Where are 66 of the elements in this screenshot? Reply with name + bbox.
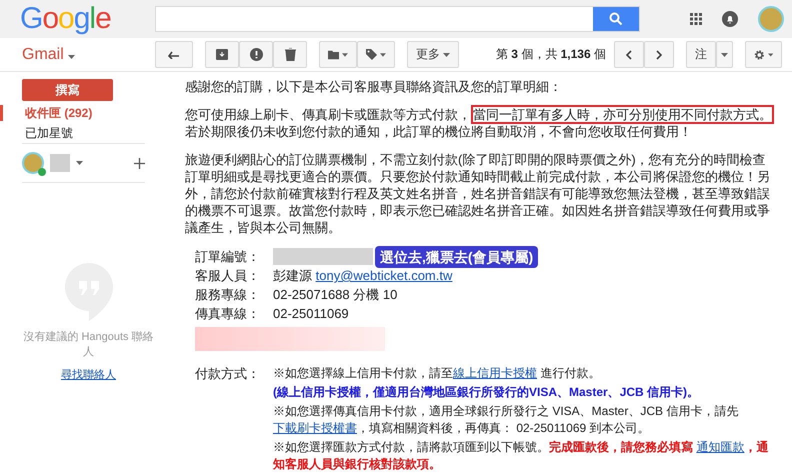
text-link[interactable]: 下載刷卡授權書 — [273, 421, 357, 435]
search-field[interactable] — [155, 6, 640, 32]
email-link[interactable]: tony@webticket.com.tw — [316, 267, 452, 284]
field-value: 02-25011069 — [273, 305, 349, 322]
settings-button[interactable] — [745, 41, 782, 68]
payment-note: ※如您選擇傳真信用卡付款，適用全球銀行所發行之 VISA、Master、JCB 信用卡，請先 下載刷卡授權書，填寫相關資料後，再傳真： 02-25011069 到本公司。 — [273, 403, 740, 437]
archive-icon — [216, 49, 228, 60]
payment-note: (線上信用卡授權，僅適用台灣地區銀行所發行的VISA、Master、JCB 信用卡)。 — [273, 384, 700, 401]
message-count: 第 3 個，共 1,136 個 — [496, 46, 606, 64]
chevron-right-icon — [656, 50, 662, 60]
more-button[interactable]: 更多 — [407, 41, 459, 68]
nav-item[interactable]: 收件匣 (292) — [0, 105, 185, 121]
field-value: 02-25071688 分機 10 — [273, 286, 398, 303]
folder-icon — [328, 50, 340, 60]
promo-badge: 選位去,獵票去(會員專屬) — [375, 246, 538, 268]
next-button[interactable] — [644, 41, 674, 68]
caret-icon — [380, 52, 386, 57]
avatar[interactable] — [22, 152, 44, 174]
label-button[interactable] — [357, 41, 395, 68]
caret-icon — [342, 52, 348, 57]
nav-item[interactable]: 已加星號 — [0, 125, 185, 141]
archive-button[interactable] — [205, 41, 239, 68]
caret-icon — [68, 54, 76, 59]
input-tool-button[interactable]: 注 — [686, 41, 716, 68]
intro-text: 感謝您的訂購，以下是本公司客服專員聯絡資訊及您的訂單明細： — [185, 78, 563, 95]
plus-icon[interactable] — [134, 158, 145, 168]
payment-note: ※如您選擇線上信用卡付款，請至線上信用卡授權 進行付款。 — [273, 365, 602, 382]
apps-grid-icon[interactable] — [690, 13, 702, 26]
text-link[interactable]: 線上信用卡授權 — [453, 366, 537, 380]
payment-paragraph: 您可使用線上刷卡、傳真刷卡或匯款等方式付款，當同一訂單有多人時，亦可分別使用不同付款方式。 若於期限後仍未收到您付款的通知，此訂單的機位將自動取消，不會向您收取任何費用！ — [185, 106, 775, 140]
move-button[interactable] — [319, 41, 357, 68]
field-label: 傳真專線： — [195, 305, 261, 322]
caret-icon — [76, 161, 83, 165]
bell-icon[interactable] — [722, 11, 738, 28]
caret-icon — [768, 52, 773, 57]
exclamation-icon — [250, 48, 262, 62]
find-contacts-link[interactable]: 尋找聯絡人 — [61, 367, 116, 382]
payment-note: ※如您選擇匯款方式付款，請將款項匯到以下帳號。完成匯款後，請您務必填寫 通知匯款，通知客服人員與銀行核對該款項。 — [273, 439, 770, 473]
caret-icon — [443, 52, 450, 57]
field-value: 彭建源 — [273, 267, 312, 284]
google-logo[interactable]: Google — [20, 2, 155, 36]
settings-icon — [754, 48, 765, 62]
dropdown-button[interactable] — [716, 41, 733, 68]
delete-button[interactable] — [273, 41, 307, 68]
empty-message: 沒有建議的 Hangouts 聯絡人 — [22, 330, 155, 359]
redacted-block — [50, 154, 70, 172]
previous-button[interactable] — [614, 41, 644, 68]
field-label: 客服人員： — [195, 267, 261, 284]
gmail-menu[interactable]: Gmail — [22, 46, 155, 64]
spam-button[interactable] — [239, 41, 273, 68]
search-button[interactable] — [593, 7, 639, 32]
text-link[interactable]: 通知匯款 — [696, 440, 744, 454]
trash-icon — [284, 48, 296, 62]
field-label: 付款方式： — [195, 365, 261, 383]
status-dot — [38, 168, 46, 176]
field-label: 訂單編號： — [195, 248, 261, 265]
reply-button[interactable] — [155, 41, 193, 68]
field-label: 服務專線： — [195, 286, 261, 303]
tag-icon — [366, 48, 378, 62]
reply-arrow-icon — [168, 50, 180, 59]
highlight-box: 當同一訂單有多人時，亦可分別使用不同付款方式。 — [471, 105, 774, 124]
caret-icon — [721, 52, 728, 57]
policy-paragraph: 旅遊便利網貼心的訂位購票機制，不需立刻付款(除了即訂即開的限時票價之外)，您有充分的時間檢查訂單明細或是尋找更適合的票價。只要您於付款通知時間截止前完成付款，本公司將保證您的機位！另外，請您於付款前確實核對行程及英文姓名拼音，姓名拼音錯誤有可能導致您無法登機，甚至導致錯誤的機票不可退票。故當您付款時，即表示您已確認姓名拼音正確。如因姓名拼音錯誤導致任何費用或爭議產生，皆與本公司無關。 — [185, 151, 771, 236]
search-icon — [609, 12, 623, 26]
chevron-left-icon — [626, 50, 632, 60]
compose-button[interactable]: 撰寫 — [22, 79, 113, 101]
